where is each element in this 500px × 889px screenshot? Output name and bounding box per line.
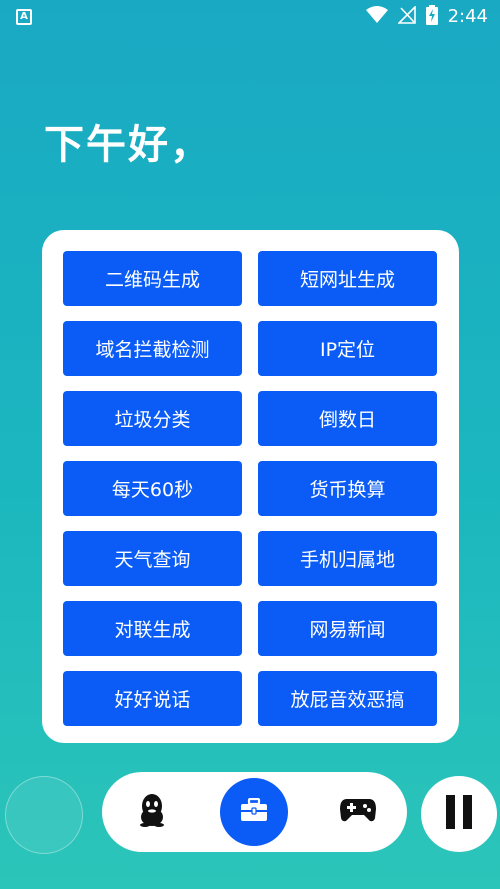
domain-block-check-button[interactable]: 域名拦截检测 bbox=[63, 321, 242, 376]
nav-toolbox-active bbox=[220, 778, 288, 846]
qrcode-generator-button[interactable]: 二维码生成 bbox=[63, 251, 242, 306]
couplet-generator-button[interactable]: 对联生成 bbox=[63, 601, 242, 656]
gamepad-icon bbox=[339, 797, 377, 827]
left-float-button[interactable] bbox=[5, 776, 83, 854]
garbage-sorting-button[interactable]: 垃圾分类 bbox=[63, 391, 242, 446]
pause-icon bbox=[446, 795, 472, 833]
speak-nicely-button[interactable]: 好好说话 bbox=[63, 671, 242, 726]
currency-exchange-button[interactable]: 货币换算 bbox=[258, 461, 437, 516]
nav-games[interactable] bbox=[330, 772, 386, 852]
pause-button[interactable] bbox=[421, 776, 497, 852]
status-bar: A 2:44 bbox=[0, 0, 500, 36]
toolbox-icon bbox=[240, 797, 268, 826]
qq-icon bbox=[137, 793, 167, 831]
signal-off-icon bbox=[396, 5, 416, 28]
status-time: 2:44 bbox=[447, 6, 488, 27]
nav-qq[interactable] bbox=[124, 772, 180, 852]
greeting-title: 下午好， bbox=[44, 122, 212, 168]
tools-grid: 二维码生成 短网址生成 域名拦截检测 IP定位 垃圾分类 倒数日 每天60秒 货… bbox=[63, 251, 437, 726]
battery-charging-icon bbox=[425, 5, 438, 29]
nav-toolbox[interactable] bbox=[220, 772, 288, 852]
short-url-button[interactable]: 短网址生成 bbox=[258, 251, 437, 306]
netease-news-button[interactable]: 网易新闻 bbox=[258, 601, 437, 656]
tools-card: 二维码生成 短网址生成 域名拦截检测 IP定位 垃圾分类 倒数日 每天60秒 货… bbox=[42, 230, 459, 743]
ip-location-button[interactable]: IP定位 bbox=[258, 321, 437, 376]
wifi-icon bbox=[365, 6, 388, 28]
fart-sound-prank-button[interactable]: 放屁音效恶搞 bbox=[258, 671, 437, 726]
bottom-nav bbox=[102, 772, 407, 852]
countdown-days-button[interactable]: 倒数日 bbox=[258, 391, 437, 446]
weather-query-button[interactable]: 天气查询 bbox=[63, 531, 242, 586]
phone-location-button[interactable]: 手机归属地 bbox=[258, 531, 437, 586]
app-notification-icon: A bbox=[16, 9, 32, 25]
daily-60s-button[interactable]: 每天60秒 bbox=[63, 461, 242, 516]
